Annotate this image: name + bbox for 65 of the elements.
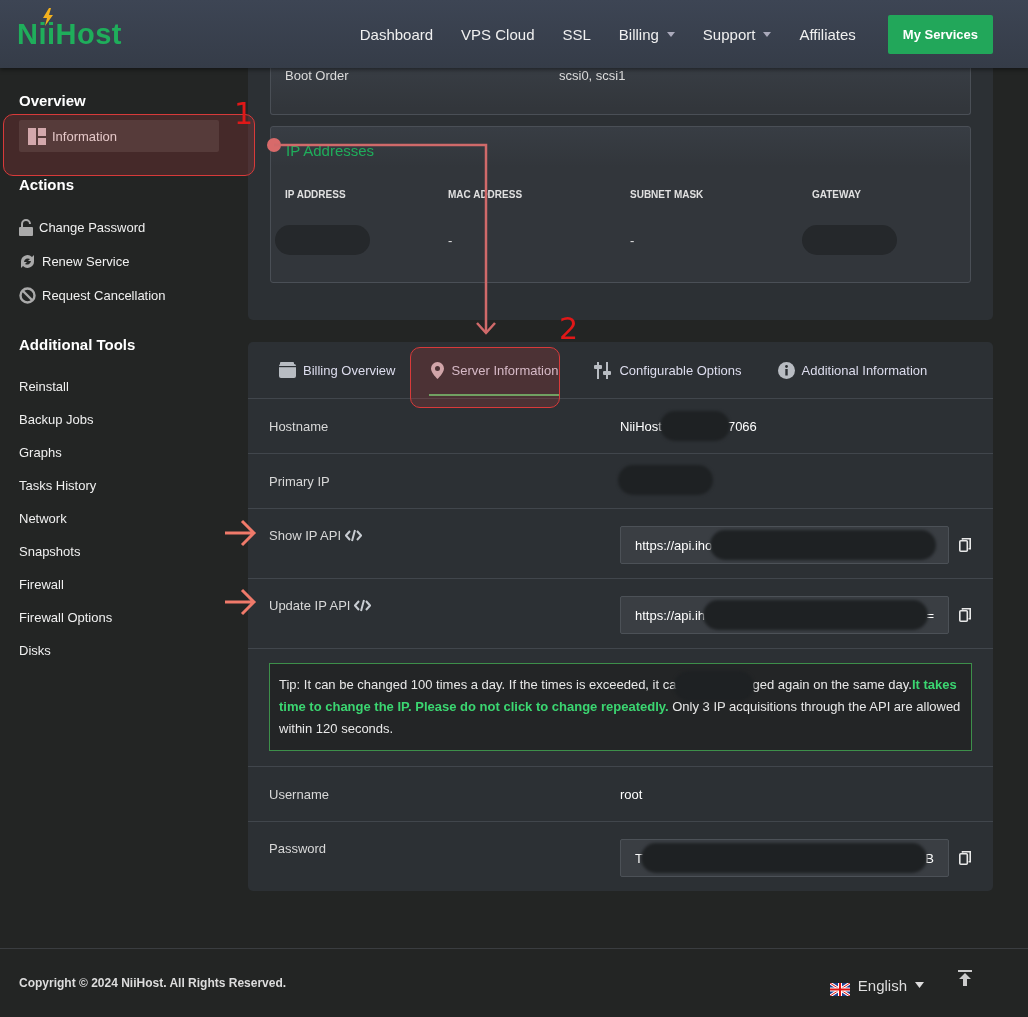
field-value: scsi0, scsi1 [559, 68, 626, 84]
sidebar-item[interactable]: Reinstall [19, 370, 219, 403]
step-number: 2 [559, 314, 579, 344]
sidebar-item[interactable]: Snapshots [19, 535, 219, 568]
section-heading: Actions [19, 176, 75, 195]
wallet-icon [279, 362, 296, 378]
table-cell: - [448, 232, 453, 248]
nav-link[interactable]: Affiliates [785, 25, 870, 43]
field-value: root [620, 785, 643, 804]
field-label: Hostname [269, 418, 329, 434]
sliders-icon [594, 361, 613, 379]
info-icon [777, 361, 795, 379]
copy-field[interactable]: https://api.iho [620, 526, 949, 564]
sidebar-item[interactable]: Backup Jobs [19, 403, 219, 436]
sidebar-item[interactable]: Firewall [19, 568, 219, 601]
nav-link[interactable]: Dashboard [345, 25, 448, 43]
logo-text[interactable]: NiiHost [17, 17, 122, 50]
card-title: IP Addresses [286, 142, 375, 159]
tip-message: Tip: It can be changed 100 times a day. If the times is exceeded, it ca ged again on the same day.It takes time to change the IP. Please do not click to change repeatedly. Only 3 IP acquisitions through the API are allowed within 120 seconds. [269, 663, 972, 751]
sidebar-item[interactable]: Disks [19, 634, 219, 667]
copyright-text: Copyright © 2024 NiiHost. All Rights Reserved. [19, 976, 287, 990]
column-header: SUBNET MASK [630, 189, 704, 200]
field-label: Primary IP [269, 473, 330, 489]
refresh-icon [19, 252, 36, 270]
column-header: GATEWAY [812, 189, 861, 200]
flag-icon [829, 982, 850, 996]
pointer-arrow [223, 588, 257, 616]
ban-icon [19, 286, 36, 304]
sidebar-item[interactable]: Firewall Options [19, 601, 219, 634]
map-pin-icon [431, 361, 445, 379]
field-value: NiiHost 7066 [620, 410, 757, 442]
field-label: Password [269, 841, 327, 856]
copy-icon[interactable] [959, 538, 971, 552]
sidebar-item[interactable]: Request Cancellation [19, 278, 219, 312]
nav-link[interactable]: Billing [604, 25, 689, 43]
pointer-arrow [223, 519, 257, 547]
tab[interactable]: Additional Information [767, 342, 938, 398]
field-label: Username [269, 786, 329, 802]
back-to-top-icon[interactable] [958, 970, 972, 986]
field-label: Update IP API [269, 598, 351, 613]
sidebar-item[interactable]: Graphs [19, 436, 219, 469]
field-label: Boot Order [285, 68, 350, 84]
caret-icon [915, 982, 924, 988]
section-heading: Additional Tools [19, 336, 137, 355]
nav-link[interactable]: SSL [548, 25, 605, 43]
copy-field[interactable]: https://api.ih = [620, 596, 949, 634]
column-header: IP ADDRESS [285, 189, 346, 200]
copy-field[interactable]: T B [620, 839, 949, 877]
table-cell: - [630, 232, 635, 248]
sidebar-item[interactable]: Tasks History [19, 469, 219, 502]
sidebar-item[interactable]: Network [19, 502, 219, 535]
nav-link[interactable]: VPS Cloud [447, 25, 549, 43]
section-heading: Overview [19, 92, 87, 111]
tab[interactable]: Billing Overview [269, 342, 406, 398]
tab[interactable]: Server Information [421, 342, 569, 398]
field-label: Show IP API [269, 528, 342, 543]
dashboard-icon [28, 127, 46, 145]
sidebar-item[interactable]: Change Password [19, 210, 219, 244]
language-selector[interactable]: English [829, 974, 924, 996]
tab[interactable]: Configurable Options [584, 342, 752, 398]
sidebar-item[interactable]: Renew Service [19, 244, 219, 278]
nav-link[interactable]: Support [688, 25, 786, 43]
copy-icon[interactable] [959, 608, 971, 622]
lock-icon [19, 218, 33, 236]
copy-icon[interactable] [959, 851, 971, 865]
